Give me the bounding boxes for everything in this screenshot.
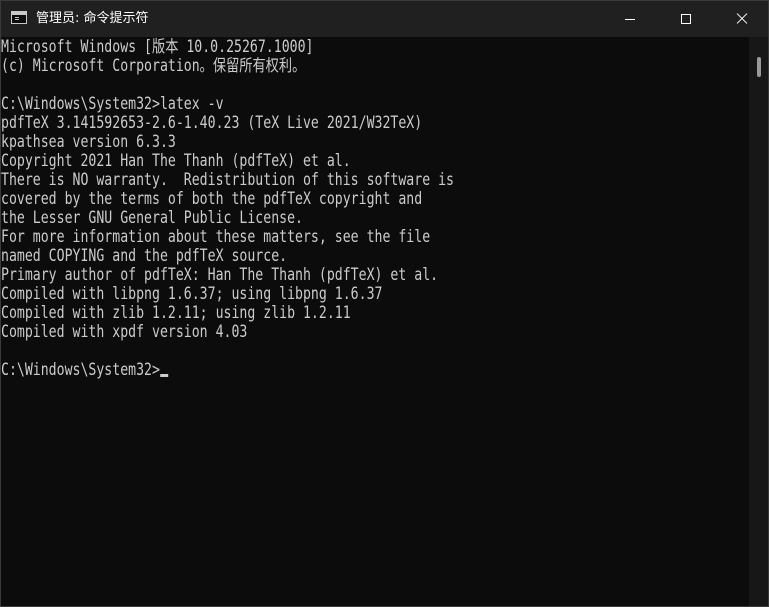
console-line: pdfTeX 3.141592653-2.6-1.40.23 (TeX Live… bbox=[1, 113, 423, 132]
console-lines: Microsoft Windows [版本 10.0.25267.1000] (c… bbox=[1, 37, 749, 360]
console-line: There is NO warranty. Redistribution of … bbox=[1, 170, 454, 189]
console-line: (c) Microsoft Corporation。保留所有权利。 bbox=[1, 56, 306, 75]
console-line: Compiled with libpng 1.6.37; using libpn… bbox=[1, 284, 383, 303]
text-cursor bbox=[159, 374, 168, 377]
command-prompt-window: 管理员: 命令提示符 Microsoft Windows [版本 10.0.25… bbox=[0, 0, 769, 607]
console-line: the Lesser GNU General Public License. bbox=[1, 208, 303, 227]
console-line: Primary author of pdfTeX: Han The Thanh … bbox=[1, 265, 439, 284]
prompt-text: C:\Windows\System32> bbox=[1, 360, 160, 379]
console-output[interactable]: Microsoft Windows [版本 10.0.25267.1000] (c… bbox=[1, 37, 749, 606]
minimize-icon bbox=[625, 19, 635, 20]
maximize-icon bbox=[681, 14, 691, 24]
console-line: Compiled with zlib 1.2.11; using zlib 1.… bbox=[1, 303, 351, 322]
console-line: kpathsea version 6.3.3 bbox=[1, 132, 176, 151]
console-line: Copyright 2021 Han The Thanh (pdfTeX) et… bbox=[1, 151, 351, 170]
console-line: C:\Windows\System32>latex -v bbox=[1, 94, 224, 113]
close-button[interactable] bbox=[719, 1, 765, 37]
console-line: For more information about these matters… bbox=[1, 227, 431, 246]
title-bar[interactable]: 管理员: 命令提示符 bbox=[1, 1, 768, 37]
cmd-icon bbox=[11, 11, 27, 24]
console-line: Compiled with xpdf version 4.03 bbox=[1, 322, 248, 341]
close-icon bbox=[736, 13, 748, 25]
scrollbar-thumb[interactable] bbox=[757, 57, 761, 77]
prompt-line[interactable]: C:\Windows\System32> bbox=[1, 360, 599, 379]
maximize-button[interactable] bbox=[663, 1, 709, 37]
console-line: named COPYING and the pdfTeX source. bbox=[1, 246, 288, 265]
minimize-button[interactable] bbox=[607, 1, 653, 37]
vertical-scrollbar[interactable] bbox=[749, 37, 768, 606]
console-line: Microsoft Windows [版本 10.0.25267.1000] bbox=[1, 37, 314, 56]
window-title: 管理员: 命令提示符 bbox=[36, 11, 149, 26]
console-line: covered by the terms of both the pdfTeX … bbox=[1, 189, 423, 208]
